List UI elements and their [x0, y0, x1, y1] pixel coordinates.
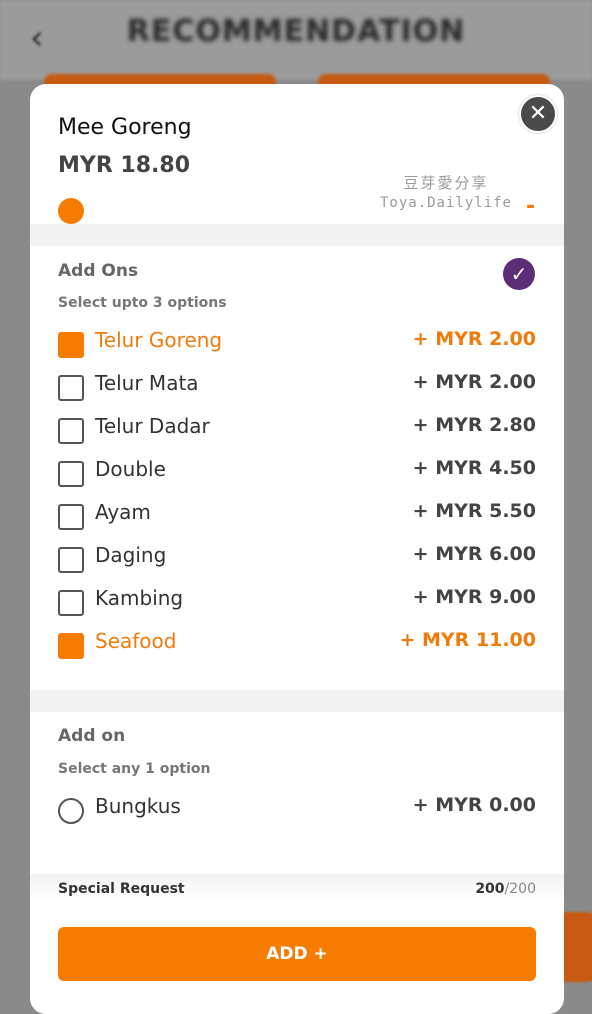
item-options-modal: Mee Goreng MYR 18.80 豆芽愛分享 Toya.Dailylif…	[30, 84, 564, 1014]
item-indicator-dot	[58, 198, 84, 224]
char-count-max: /200	[504, 881, 536, 897]
item-price: MYR 18.80	[58, 153, 191, 178]
char-count-current: 200	[475, 881, 505, 897]
checkbox[interactable]	[58, 375, 84, 401]
checkbox[interactable]	[58, 504, 84, 530]
option-label: Telur Dadar	[95, 414, 210, 438]
option-price: + MYR 0.00	[412, 794, 536, 816]
section-divider	[30, 690, 564, 712]
option-label: Seafood	[95, 629, 177, 653]
checkbox[interactable]	[58, 332, 84, 358]
addon-option-row[interactable]: Kambing + MYR 9.00	[58, 586, 536, 620]
watermark-line1: 豆芽愛分享	[403, 174, 489, 192]
option-price: + MYR 5.50	[412, 500, 536, 522]
option-label: Bungkus	[95, 794, 181, 818]
addon-option-row[interactable]: Seafood + MYR 11.00	[58, 629, 536, 663]
checkbox[interactable]	[58, 547, 84, 573]
addon-group-title: Add on	[58, 726, 126, 746]
close-icon[interactable]: ✕	[519, 95, 557, 133]
addons-group-subtitle: Select upto 3 options	[58, 295, 227, 311]
checkbox[interactable]	[58, 633, 84, 659]
checkbox[interactable]	[58, 590, 84, 616]
radio-button[interactable]	[58, 798, 84, 824]
option-price: + MYR 4.50	[412, 457, 536, 479]
option-price: + MYR 11.00	[399, 629, 536, 651]
addon-option-row[interactable]: Telur Dadar + MYR 2.80	[58, 414, 536, 448]
addon-option-row[interactable]: Double + MYR 4.50	[58, 457, 536, 491]
addon-option-row[interactable]: Bungkus + MYR 0.00	[58, 794, 536, 828]
add-to-cart-button[interactable]: ADD +	[58, 927, 536, 981]
checkbox[interactable]	[58, 418, 84, 444]
addons-group-title: Add Ons	[58, 261, 139, 281]
option-label: Ayam	[95, 500, 151, 524]
addon-option-row[interactable]: Ayam + MYR 5.50	[58, 500, 536, 534]
option-label: Double	[95, 457, 166, 481]
option-price: + MYR 2.00	[412, 328, 536, 350]
option-label: Kambing	[95, 586, 184, 610]
option-label: Telur Mata	[95, 371, 199, 395]
quantity-decrease-button[interactable]: -	[526, 194, 535, 219]
section-divider	[30, 224, 564, 246]
special-request-char-count: 200/200	[475, 881, 536, 897]
option-label: Telur Goreng	[95, 328, 223, 352]
option-price: + MYR 2.00	[412, 371, 536, 393]
addon-group-subtitle: Select any 1 option	[58, 761, 211, 777]
option-price: + MYR 6.00	[412, 543, 536, 565]
option-label: Daging	[95, 543, 167, 567]
option-price: + MYR 9.00	[412, 586, 536, 608]
watermark: 豆芽愛分享 Toya.Dailylife	[376, 172, 516, 211]
option-price: + MYR 2.80	[412, 414, 536, 436]
addon-option-row[interactable]: Telur Goreng + MYR 2.00	[58, 328, 536, 362]
special-request-label: Special Request	[58, 881, 185, 897]
background-title: RECOMMENDATION	[126, 14, 466, 49]
addon-option-row[interactable]: Telur Mata + MYR 2.00	[58, 371, 536, 405]
checkbox[interactable]	[58, 461, 84, 487]
watermark-line2: Toya.Dailylife	[379, 195, 512, 211]
item-name: Mee Goreng	[58, 115, 192, 140]
addon-option-row[interactable]: Daging + MYR 6.00	[58, 543, 536, 577]
check-icon: ✓	[503, 258, 535, 290]
